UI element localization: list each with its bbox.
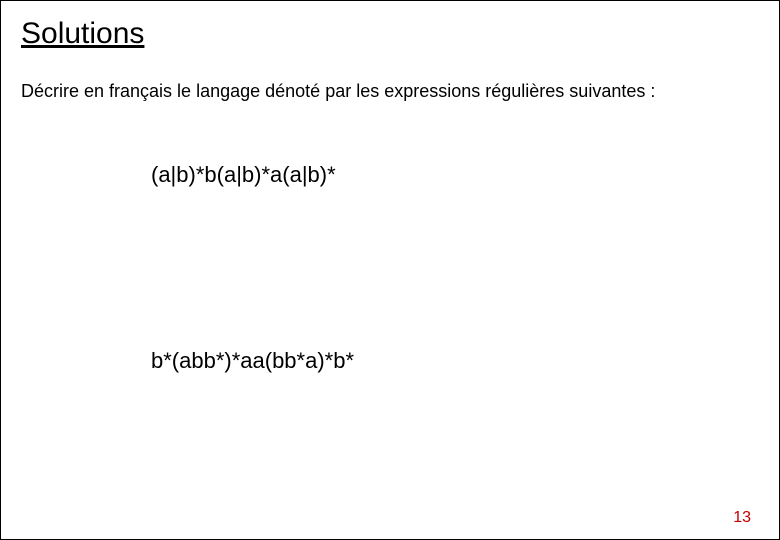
- page-number: 13: [733, 509, 751, 527]
- slide-title: Solutions: [21, 17, 759, 51]
- regex-expression-1: (a|b)*b(a|b)*a(a|b)*: [151, 162, 759, 188]
- regex-expression-2: b*(abb*)*aa(bb*a)*b*: [151, 348, 759, 374]
- slide-frame: Solutions Décrire en français le langage…: [0, 0, 780, 540]
- exercise-prompt: Décrire en français le langage dénoté pa…: [21, 81, 759, 102]
- expression-list: (a|b)*b(a|b)*a(a|b)* b*(abb*)*aa(bb*a)*b…: [21, 162, 759, 374]
